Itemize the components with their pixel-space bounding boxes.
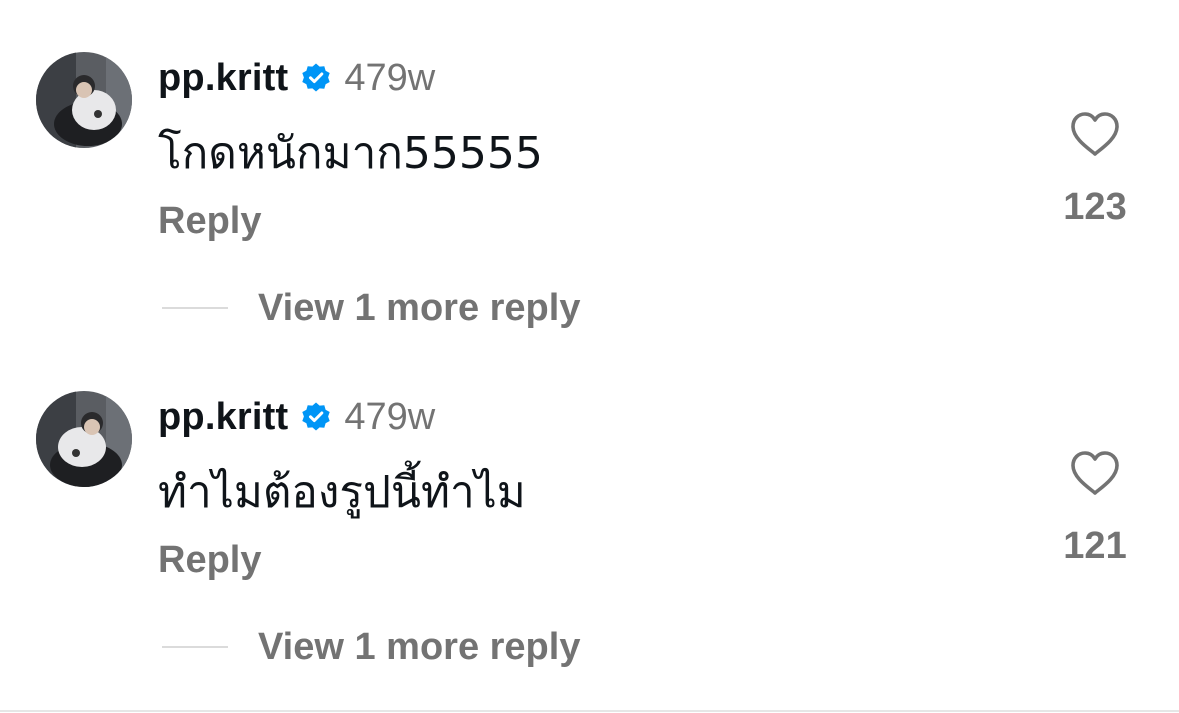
- reply-button[interactable]: Reply: [158, 200, 261, 243]
- like-count: 121: [1063, 525, 1127, 567]
- username[interactable]: pp.kritt: [158, 396, 288, 439]
- avatar[interactable]: [36, 391, 132, 487]
- replies-divider-line: [162, 307, 228, 309]
- view-replies-label: View 1 more reply: [258, 286, 581, 329]
- comment-text: โกดหนักมาก55555: [158, 128, 543, 179]
- comment-item: pp.kritt 479w ทำไมต้องรูปนี้ทำไม Reply 1…: [0, 339, 1179, 679]
- replies-divider-line: [162, 646, 228, 648]
- comment-item: pp.kritt 479w โกดหนักมาก55555 Reply 123 …: [0, 0, 1179, 340]
- comment-text: ทำไมต้องรูปนี้ทำไม: [158, 467, 526, 518]
- reply-button[interactable]: Reply: [158, 539, 261, 582]
- verified-badge-icon: [300, 62, 332, 94]
- avatar[interactable]: [36, 52, 132, 148]
- heart-outline-icon[interactable]: [1068, 449, 1122, 497]
- view-replies-button[interactable]: View 1 more reply: [162, 285, 580, 331]
- heart-outline-icon[interactable]: [1068, 110, 1122, 158]
- timestamp: 479w: [344, 56, 436, 99]
- comment-header: pp.kritt 479w: [158, 56, 435, 100]
- view-replies-label: View 1 more reply: [258, 625, 581, 668]
- comment-header: pp.kritt 479w: [158, 395, 435, 439]
- timestamp: 479w: [344, 395, 436, 438]
- bottom-divider: [0, 710, 1179, 712]
- verified-badge-icon: [300, 401, 332, 433]
- username[interactable]: pp.kritt: [158, 57, 288, 100]
- view-replies-button[interactable]: View 1 more reply: [162, 624, 580, 670]
- like-count: 123: [1063, 186, 1127, 228]
